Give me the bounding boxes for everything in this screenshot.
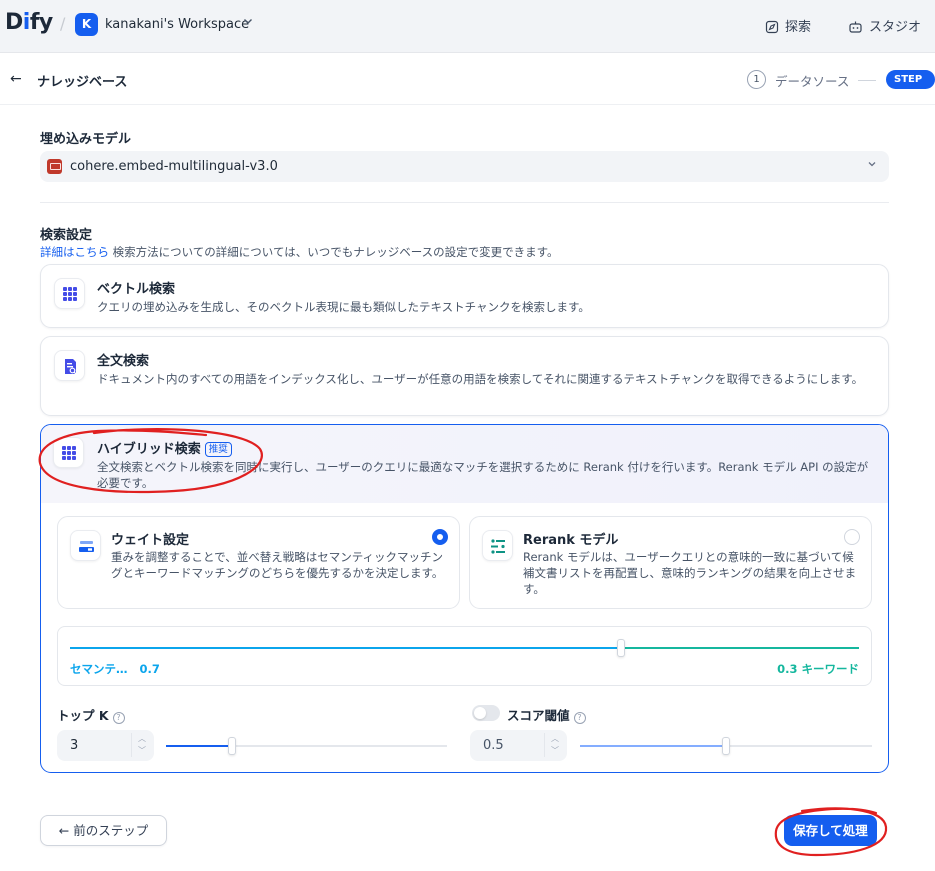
weight-slider-handle[interactable]: [617, 639, 625, 657]
model-provider-icon: [47, 159, 62, 174]
option-title: ベクトル検索: [97, 282, 176, 297]
breadcrumb-separator: /: [60, 14, 66, 33]
weight-slider-box: セマンテ… 0.7 0.3 キーワード: [57, 626, 872, 686]
document-search-icon: [54, 350, 85, 381]
model-name: cohere.embed-multilingual-v3.0: [70, 159, 278, 174]
semantic-weight-value: 0.7: [139, 662, 160, 676]
rerank-list-icon: [482, 530, 513, 561]
semantic-weight-label: セマンテ… 0.7: [70, 662, 160, 676]
score-threshold-slider-handle[interactable]: [722, 737, 730, 755]
step-2-badge: STEP 2: [886, 70, 935, 104]
page-header: ← ナレッジベース 1 データソース STEP 2: [0, 54, 935, 105]
previous-step-button[interactable]: ← 前のステップ: [40, 815, 167, 846]
chevron-down-icon: [867, 159, 877, 172]
top-k-value[interactable]: 3: [70, 738, 78, 753]
rerank-model-title: Rerank モデル: [523, 533, 619, 548]
full-text-search-option[interactable]: 全文検索 ドキュメント内のすべての用語をインデックス化し、ユーザーが任意の用語を…: [40, 336, 889, 416]
weight-settings-card[interactable]: ウェイト設定 重みを調整することで、並べ替え戦略はセマンティックマッチングとキー…: [57, 516, 460, 609]
option-description: クエリの埋め込みを生成し、そのベクトル表現に最も類似したテキストチャンクを検索し…: [97, 300, 590, 314]
hybrid-search-header: ハイブリッド検索 推奨 全文検索とベクトル検索を同時に実行し、ユーザーのクエリに最…: [41, 425, 888, 503]
rerank-model-description: Rerank モデルは、ユーザークエリとの意味的一致に基づいて候補文書リストを再…: [523, 550, 857, 596]
option-description: ドキュメント内のすべての用語をインデックス化し、ユーザーが任意の用語を検索してそ…: [97, 372, 864, 386]
top-k-input[interactable]: 3 ︿ ﹀: [57, 730, 154, 761]
hybrid-grid-icon: [53, 437, 84, 468]
nav-explore[interactable]: 探索: [765, 16, 811, 35]
stepper-connector: [858, 80, 876, 81]
nav-studio[interactable]: スタジオ: [848, 16, 921, 35]
semantic-weight-track: [70, 647, 621, 649]
weight-settings-title: ウェイト設定: [111, 533, 190, 548]
option-title: 全文検索: [97, 354, 150, 369]
workspace-name[interactable]: kanakani's Workspace: [105, 17, 249, 32]
chevron-down-icon[interactable]: [243, 15, 253, 29]
score-threshold-label: スコア閾値?: [507, 705, 586, 724]
help-circle-icon[interactable]: ?: [112, 712, 125, 724]
retrieval-description: 詳細はこちら 検索方法についての詳細については、いつでもナレッジベースの設定で変…: [40, 245, 559, 259]
learn-more-link[interactable]: 詳細はこちら: [40, 245, 109, 259]
step-1-label: データソース: [775, 74, 850, 89]
score-threshold-value[interactable]: 0.5: [483, 738, 504, 753]
section-divider: [40, 202, 889, 203]
option-description: 全文検索とベクトル検索を同時に実行し、ユーザーのクエリに最適なマッチを選択するた…: [97, 460, 869, 490]
rerank-model-card[interactable]: Rerank モデル Rerank モデルは、ユーザークエリとの意味的一致に基づ…: [469, 516, 872, 609]
embedding-model-label: 埋め込みモデル: [40, 132, 132, 147]
weight-settings-radio[interactable]: [432, 529, 448, 545]
compass-icon: [765, 20, 779, 34]
vector-search-option[interactable]: ベクトル検索 クエリの埋め込みを生成し、そのベクトル表現に最も類似したテキストチ…: [40, 264, 889, 328]
step-1-number: 1: [747, 70, 766, 89]
robot-icon: [849, 21, 862, 33]
top-k-label: トップ K?: [57, 705, 125, 724]
save-and-process-button[interactable]: 保存して処理: [784, 815, 877, 846]
help-circle-icon[interactable]: ?: [573, 712, 586, 724]
score-threshold-slider-fill: [580, 745, 726, 747]
stepper-arrows-icon[interactable]: ︿ ﹀: [544, 733, 559, 757]
stepper-arrows-icon[interactable]: ︿ ﹀: [131, 733, 146, 757]
keyword-weight-label: 0.3 キーワード: [777, 662, 859, 676]
keyword-weight-track: [621, 647, 859, 649]
rerank-model-radio[interactable]: [844, 529, 860, 545]
score-threshold-toggle[interactable]: [472, 705, 500, 721]
workspace-avatar[interactable]: K: [75, 13, 98, 36]
hybrid-search-option[interactable]: ハイブリッド検索 推奨 全文検索とベクトル検索を同時に実行し、ユーザーのクエリに最…: [40, 424, 889, 773]
back-arrow-icon[interactable]: ←: [10, 71, 22, 87]
top-k-slider-fill: [166, 745, 231, 747]
embedding-model-select[interactable]: cohere.embed-multilingual-v3.0: [40, 151, 889, 182]
retrieval-settings-label: 検索設定: [40, 228, 93, 243]
dify-logo[interactable]: Dify: [5, 10, 53, 35]
top-navigation-bar: Dify / K kanakani's Workspace 探索 スタジオ: [0, 0, 935, 53]
keyword-weight-value: 0.3: [777, 662, 798, 676]
vector-grid-icon: [54, 278, 85, 309]
page-title: ナレッジベース: [37, 75, 128, 90]
weight-settings-description: 重みを調整することで、並べ替え戦略はセマンティックマッチングとキーワードマッチン…: [111, 550, 444, 580]
score-threshold-input[interactable]: 0.5 ︿ ﹀: [470, 730, 567, 761]
recommended-badge: 推奨: [204, 442, 232, 457]
weight-balance-icon: [70, 530, 101, 561]
top-k-slider-handle[interactable]: [228, 737, 236, 755]
option-title: ハイブリッド検索 推奨: [97, 438, 232, 457]
